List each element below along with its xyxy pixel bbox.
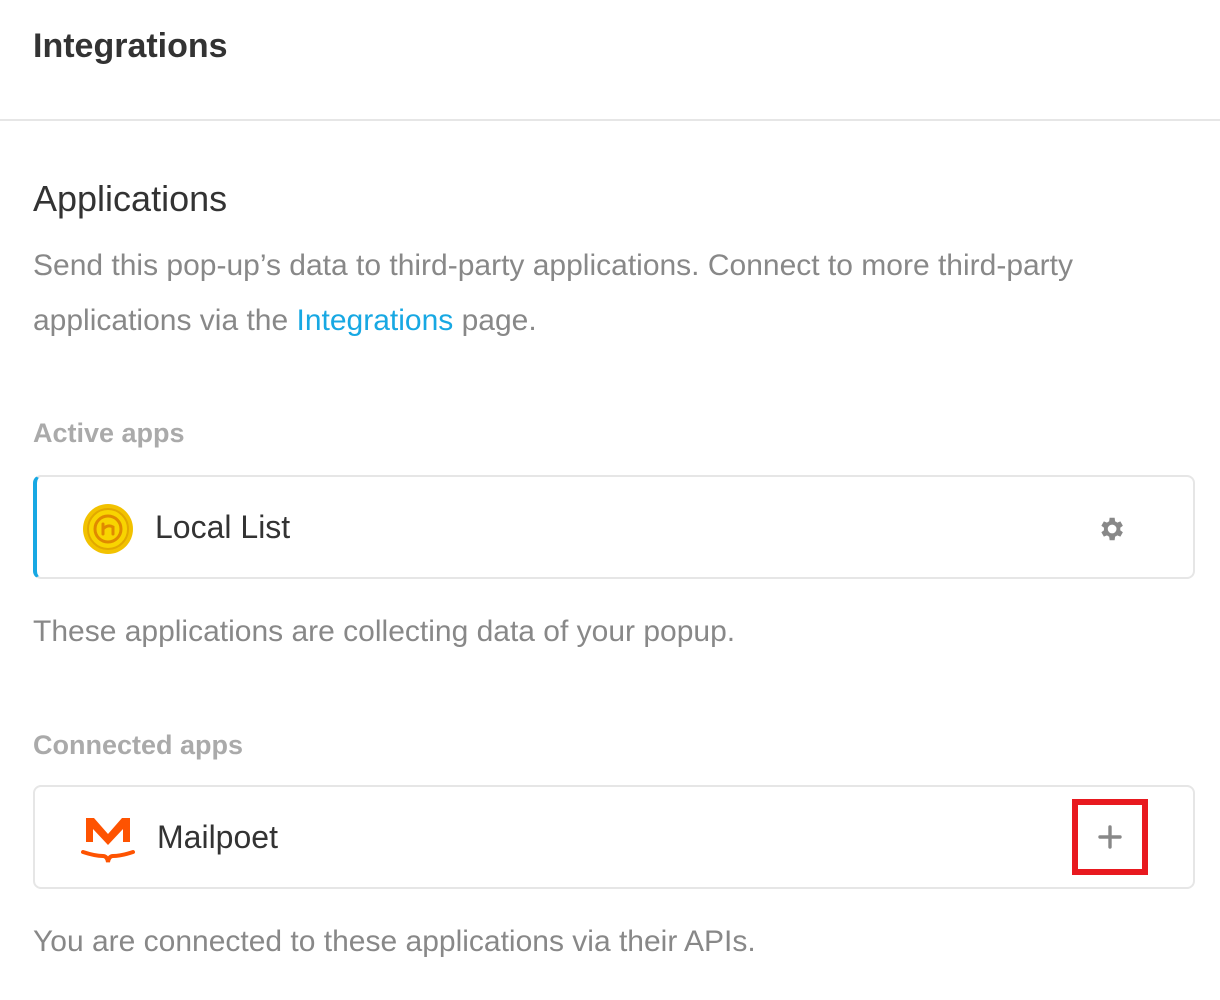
mailpoet-logo-icon [81,812,135,866]
local-list-logo-icon [82,503,134,555]
page-title: Integrations [33,27,228,65]
connected-app-row-mailpoet: Mailpoet [33,785,1195,889]
applications-title: Applications [33,178,228,219]
applications-description: Send this pop-up’s data to third-party a… [33,238,1195,348]
description-text-before: Send this pop-up’s data to third-party a… [33,249,1074,337]
active-apps-helper: These applications are collecting data o… [33,615,736,648]
active-apps-label: Active apps [33,418,185,448]
description-text-after: page. [453,304,537,337]
app-name: Local List [155,509,291,545]
page-header: Integrations [0,0,1220,121]
add-app-button[interactable] [1072,799,1148,875]
plus-icon [1098,825,1122,849]
active-app-row-local-list: Local List [33,475,1195,579]
gear-icon[interactable] [1093,511,1129,547]
integrations-link[interactable]: Integrations [297,304,454,337]
app-name: Mailpoet [157,819,278,855]
connected-apps-helper: You are connected to these applications … [33,925,756,958]
applications-section: Applications Send this pop-up’s data to … [0,177,1220,962]
connected-apps-label: Connected apps [33,730,244,760]
